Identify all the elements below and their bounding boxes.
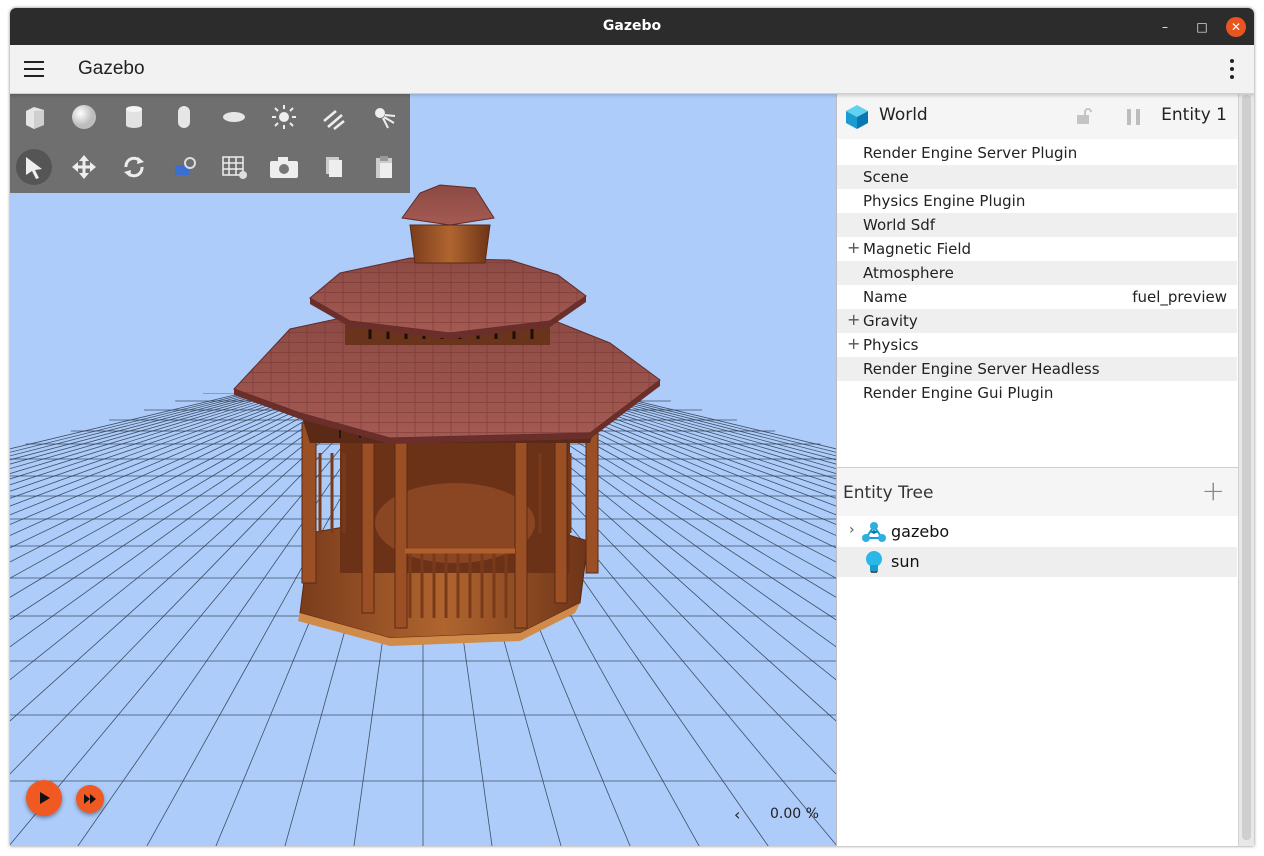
light-bulb-icon bbox=[866, 551, 882, 573]
chevron-right-icon[interactable]: › bbox=[849, 522, 855, 538]
model-icon bbox=[862, 522, 886, 542]
component-label: Name bbox=[863, 288, 908, 306]
close-button[interactable]: ✕ bbox=[1226, 17, 1246, 37]
capsule-icon[interactable] bbox=[166, 99, 202, 135]
component-row[interactable]: Atmosphere bbox=[837, 261, 1237, 285]
cylinder-icon[interactable] bbox=[116, 99, 152, 135]
inspector-title: World bbox=[879, 105, 928, 125]
component-label: Gravity bbox=[863, 312, 918, 330]
component-value[interactable]: fuel_preview bbox=[1132, 288, 1227, 306]
gazebo-model[interactable] bbox=[10, 93, 836, 846]
minimize-button[interactable]: – bbox=[1155, 17, 1175, 37]
sphere-icon[interactable] bbox=[66, 99, 102, 135]
tree-item-label: gazebo bbox=[891, 522, 950, 541]
title-bar: Gazebo – □ ✕ bbox=[10, 8, 1254, 45]
app-bar: Gazebo bbox=[10, 45, 1254, 94]
gazebo-window: Gazebo – □ ✕ Gazebo ‹ 0.00 % World Entit… bbox=[10, 8, 1254, 846]
3d-viewport[interactable]: ‹ 0.00 % bbox=[10, 93, 836, 846]
expand-stats-icon[interactable]: ‹ bbox=[734, 805, 740, 824]
component-label: Render Engine Server Plugin bbox=[863, 144, 1078, 162]
unlocked-icon[interactable] bbox=[1075, 107, 1093, 125]
pause-icon[interactable] bbox=[1125, 109, 1143, 125]
expand-plus-icon[interactable]: + bbox=[847, 334, 860, 353]
app-title: Gazebo bbox=[78, 58, 145, 79]
component-label: Physics bbox=[863, 336, 919, 354]
component-label: Atmosphere bbox=[863, 264, 954, 282]
component-label: Physics Engine Plugin bbox=[863, 192, 1026, 210]
component-inspector-header: World Entity 1 bbox=[837, 93, 1239, 139]
copy-icon[interactable] bbox=[316, 149, 352, 185]
box-icon[interactable] bbox=[16, 99, 52, 135]
component-row[interactable]: + Gravity bbox=[837, 309, 1237, 333]
fast-forward-icon bbox=[84, 794, 96, 804]
entity-tree-header: Entity Tree + bbox=[837, 468, 1239, 516]
more-options-icon[interactable] bbox=[1230, 59, 1234, 79]
play-icon bbox=[40, 792, 50, 804]
maximize-button[interactable]: □ bbox=[1192, 17, 1212, 37]
right-panel: World Entity 1 Render Engine Server Plug… bbox=[836, 93, 1239, 846]
tree-item-gazebo[interactable]: › gazebo bbox=[837, 517, 1237, 547]
menu-icon[interactable] bbox=[24, 61, 44, 77]
component-label: Scene bbox=[863, 168, 909, 186]
component-label: World Sdf bbox=[863, 216, 936, 234]
entity-tree-title: Entity Tree bbox=[843, 483, 934, 503]
component-row[interactable]: + Physics bbox=[837, 333, 1237, 357]
tree-item-label: sun bbox=[891, 552, 920, 571]
component-row[interactable]: Physics Engine Plugin bbox=[837, 189, 1237, 213]
world-cube-icon bbox=[846, 105, 868, 129]
component-row[interactable]: Render Engine Gui Plugin bbox=[837, 381, 1237, 405]
real-time-factor: 0.00 % bbox=[770, 806, 819, 822]
entity-id: Entity 1 bbox=[1161, 105, 1227, 125]
component-row[interactable]: World Sdf bbox=[837, 213, 1237, 237]
translate-icon[interactable] bbox=[66, 149, 102, 185]
transform-control-icon[interactable] bbox=[166, 149, 202, 185]
component-row[interactable]: Render Engine Server Plugin bbox=[837, 141, 1237, 165]
add-entity-icon[interactable]: + bbox=[1202, 474, 1225, 507]
window-title: Gazebo bbox=[602, 18, 662, 34]
component-label: Render Engine Server Headless bbox=[863, 360, 1100, 378]
rotate-icon[interactable] bbox=[116, 149, 152, 185]
component-label: Magnetic Field bbox=[863, 240, 972, 258]
paste-icon[interactable] bbox=[366, 149, 402, 185]
panel-scrollbar[interactable] bbox=[1238, 93, 1254, 846]
tree-item-sun[interactable]: sun bbox=[837, 547, 1237, 577]
directional-light-icon[interactable] bbox=[316, 99, 352, 135]
component-row[interactable]: + Magnetic Field bbox=[837, 237, 1237, 261]
component-row[interactable]: Scene bbox=[837, 165, 1237, 189]
point-light-icon[interactable] bbox=[266, 99, 302, 135]
expand-plus-icon[interactable]: + bbox=[847, 238, 860, 257]
play-button[interactable] bbox=[26, 780, 62, 816]
step-button[interactable] bbox=[76, 785, 104, 813]
screenshot-icon[interactable] bbox=[266, 149, 302, 185]
grid-config-icon[interactable] bbox=[216, 149, 252, 185]
expand-plus-icon[interactable]: + bbox=[847, 310, 860, 329]
shapes-toolbar bbox=[10, 93, 410, 193]
spot-light-icon[interactable] bbox=[366, 99, 402, 135]
ellipsoid-icon[interactable] bbox=[216, 99, 252, 135]
component-label: Render Engine Gui Plugin bbox=[863, 384, 1054, 402]
component-row[interactable]: Name fuel_preview bbox=[837, 285, 1237, 309]
component-row[interactable]: Render Engine Server Headless bbox=[837, 357, 1237, 381]
select-icon[interactable] bbox=[16, 149, 52, 185]
